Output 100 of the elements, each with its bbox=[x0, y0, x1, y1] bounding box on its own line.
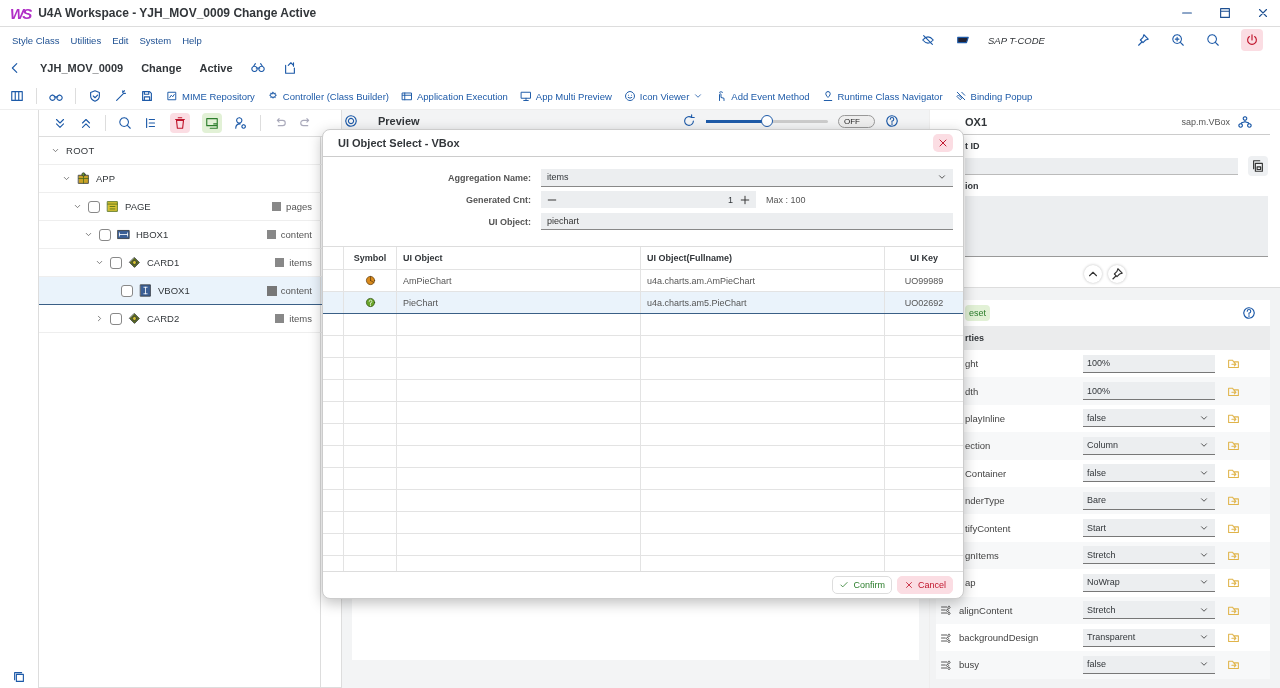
node-label[interactable]: PAGE bbox=[125, 201, 151, 212]
help-icon[interactable] bbox=[885, 114, 899, 128]
new-window-icon[interactable] bbox=[282, 61, 297, 75]
property-label: tifyContent bbox=[965, 522, 1012, 534]
hierarchy-icon[interactable] bbox=[1238, 115, 1252, 129]
target-icon[interactable] bbox=[344, 114, 358, 128]
close-icon[interactable] bbox=[1256, 6, 1270, 20]
save-icon[interactable] bbox=[140, 89, 154, 103]
node-label[interactable]: APP bbox=[96, 173, 115, 184]
delete-icon[interactable] bbox=[170, 113, 190, 133]
eye-slash-icon[interactable] bbox=[921, 33, 935, 47]
ui-object-input[interactable]: piechart bbox=[541, 213, 953, 230]
menu-item[interactable]: Style Class bbox=[12, 34, 60, 46]
checkbox[interactable] bbox=[110, 312, 122, 325]
toolbar-button[interactable]: Runtime Class Navigator bbox=[821, 90, 943, 102]
refresh-icon[interactable] bbox=[682, 114, 696, 128]
property-select[interactable]: Stretch bbox=[1083, 601, 1215, 620]
property-input[interactable]: 100% bbox=[1083, 354, 1215, 373]
field-label: t ID bbox=[965, 141, 981, 151]
node-label[interactable]: HBOX1 bbox=[136, 229, 169, 240]
aggregation-label: items bbox=[275, 257, 312, 268]
table-cell-text: UO02692 bbox=[903, 296, 945, 310]
pin-icon[interactable] bbox=[1108, 265, 1126, 283]
menu-item[interactable]: System bbox=[139, 34, 172, 46]
caret-icon bbox=[693, 91, 704, 101]
toggle-switch[interactable]: OFF bbox=[838, 114, 875, 128]
object-id-field[interactable] bbox=[965, 157, 1238, 175]
table-cell: AmPieChart bbox=[397, 270, 641, 291]
checkbox[interactable] bbox=[110, 256, 122, 269]
copy-icon[interactable] bbox=[12, 670, 26, 684]
toolbar-button[interactable]: Add Event Method bbox=[715, 90, 810, 102]
confirm-button[interactable]: Confirm bbox=[832, 576, 892, 594]
node-label[interactable]: VBOX1 bbox=[158, 285, 190, 296]
check-icon bbox=[839, 580, 850, 590]
increment-icon[interactable] bbox=[739, 193, 751, 206]
power-icon[interactable] bbox=[1241, 29, 1263, 51]
list-icon[interactable] bbox=[144, 116, 158, 130]
property-select[interactable]: Column bbox=[1083, 436, 1215, 455]
cancel-button[interactable]: Cancel bbox=[897, 576, 953, 594]
reset-button[interactable]: eset bbox=[965, 305, 990, 321]
help-icon[interactable] bbox=[1242, 306, 1256, 320]
property-select[interactable]: Bare bbox=[1083, 491, 1215, 510]
toolbar-button[interactable]: Binding Popup bbox=[954, 90, 1033, 102]
checkbox[interactable] bbox=[88, 200, 100, 213]
search-icon[interactable] bbox=[1206, 33, 1220, 47]
close-button[interactable] bbox=[933, 134, 953, 152]
zoom-slider[interactable] bbox=[706, 115, 828, 127]
monitor-icon bbox=[519, 90, 532, 102]
zoom-in-icon[interactable] bbox=[1171, 33, 1185, 47]
aggregation-select[interactable]: items bbox=[541, 168, 953, 187]
close-icon bbox=[904, 580, 914, 590]
property-select[interactable]: NoWrap bbox=[1083, 573, 1215, 592]
expand-all-icon[interactable] bbox=[53, 116, 67, 130]
menu-item[interactable]: Help bbox=[182, 34, 202, 46]
description-field[interactable] bbox=[965, 196, 1268, 257]
table-cell: u4a.charts.am.AmPieChart bbox=[641, 270, 885, 291]
checkbox[interactable] bbox=[99, 228, 111, 241]
checkbox[interactable] bbox=[121, 284, 133, 297]
columns-icon[interactable] bbox=[10, 89, 24, 103]
property-select[interactable]: Stretch bbox=[1083, 546, 1215, 565]
search-icon[interactable] bbox=[118, 116, 132, 130]
property-select[interactable]: Transparent bbox=[1083, 628, 1215, 647]
user-settings-icon[interactable] bbox=[234, 116, 248, 130]
toolbar-button[interactable]: Icon Viewer bbox=[623, 90, 704, 102]
aggregation-label: content bbox=[266, 229, 312, 240]
toolbar-button[interactable]: Application Execution bbox=[401, 90, 508, 102]
property-select[interactable]: false bbox=[1083, 409, 1215, 428]
t-code-field[interactable]: SAP T-CODE bbox=[986, 33, 1120, 47]
shield-icon[interactable] bbox=[88, 89, 102, 103]
property-input[interactable]: 100% bbox=[1083, 382, 1215, 401]
menu-item[interactable]: Utilities bbox=[70, 34, 102, 46]
property-select[interactable]: Start bbox=[1083, 519, 1215, 538]
page-icon bbox=[106, 200, 119, 213]
copy-icon[interactable] bbox=[1248, 156, 1268, 176]
package-icon bbox=[77, 172, 90, 185]
picture-icon bbox=[166, 90, 178, 102]
node-label[interactable]: CARD1 bbox=[147, 257, 180, 268]
section-title: rties bbox=[965, 333, 984, 343]
property-label: backgroundDesign bbox=[959, 632, 1040, 644]
property-select[interactable]: false bbox=[1083, 464, 1215, 483]
property-icon bbox=[940, 604, 952, 617]
collapse-all-icon[interactable] bbox=[79, 116, 93, 130]
toolbar-button[interactable]: Controller (Class Builder) bbox=[266, 90, 389, 102]
toolbar-button[interactable]: App Multi Preview bbox=[519, 90, 612, 102]
node-label[interactable]: CARD2 bbox=[147, 313, 180, 324]
property-select[interactable]: false bbox=[1083, 656, 1215, 674]
field-label: ion bbox=[965, 181, 980, 191]
pin-icon[interactable] bbox=[1136, 33, 1150, 47]
screen-icon[interactable] bbox=[202, 113, 222, 133]
binoculars-icon[interactable] bbox=[250, 61, 265, 75]
hbox-icon bbox=[117, 228, 130, 241]
table-row[interactable]: PieChart u4a.charts.am5.PieChart UO02692 bbox=[323, 292, 963, 314]
toolbar-button[interactable]: MIME Repository bbox=[166, 90, 255, 102]
node-label[interactable]: ROOT bbox=[66, 145, 95, 156]
menu-item[interactable]: Edit bbox=[112, 34, 129, 46]
collapse-icon[interactable] bbox=[1084, 265, 1102, 283]
magic-wand-icon[interactable] bbox=[114, 89, 128, 103]
maximize-icon[interactable] bbox=[1218, 6, 1232, 20]
property-icon bbox=[940, 659, 952, 671]
field-label: UI Object: bbox=[487, 216, 531, 227]
